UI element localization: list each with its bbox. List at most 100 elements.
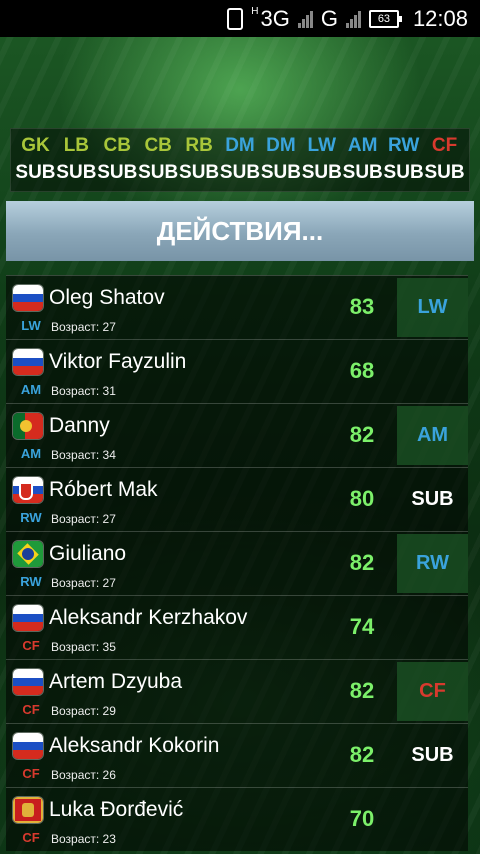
player-position: AM [20, 446, 42, 461]
network-type-primary: H3G [251, 5, 290, 31]
player-age: Возраст: 27 [51, 320, 116, 334]
player-rating: 74 [349, 614, 375, 639]
player-position: RW [20, 510, 42, 525]
position-slot-rw[interactable]: RW SUB [383, 133, 424, 187]
montenegro-flag-icon [13, 797, 43, 823]
player-row[interactable]: Artem Dzyuba CF Возраст: 29 82 CF [6, 659, 468, 723]
position-assignment: SUB [383, 162, 424, 183]
position-code: CB [144, 135, 172, 156]
player-rating: 83 [349, 294, 375, 319]
player-lineup-slot[interactable]: SUB [397, 726, 468, 785]
player-age: Возраст: 27 [51, 576, 116, 590]
player-row[interactable]: Aleksandr Kerzhakov CF Возраст: 35 74 [6, 595, 468, 659]
position-code: LW [307, 135, 337, 156]
player-lineup-slot[interactable] [397, 342, 468, 401]
position-code: GK [21, 135, 50, 156]
player-lineup-slot[interactable] [397, 598, 468, 657]
signal-strength-icon [297, 10, 313, 28]
player-lineup-slot[interactable]: RW [397, 534, 468, 593]
player-name: Danny [49, 414, 110, 437]
player-age: Возраст: 26 [51, 768, 116, 782]
player-rating: 80 [349, 486, 375, 511]
player-row[interactable]: Luka Đorđević CF Возраст: 23 70 [6, 787, 468, 851]
player-name: Aleksandr Kokorin [49, 734, 220, 757]
player-row[interactable]: Aleksandr Kokorin CF Возраст: 26 82 SUB [6, 723, 468, 787]
player-rating: 82 [349, 550, 375, 575]
battery-icon: 63 [368, 9, 402, 28]
player-rating: 68 [349, 358, 375, 383]
player-lineup-slot[interactable]: LW [397, 278, 468, 337]
player-age: Возраст: 29 [51, 704, 116, 718]
position-code: DM [266, 135, 296, 156]
position-assignment: SUB [424, 162, 465, 183]
position-assignment: SUB [219, 162, 261, 183]
player-name: Viktor Fayzulin [49, 350, 187, 373]
position-slot-cb[interactable]: CB SUB [97, 133, 138, 187]
position-assignment: SUB [97, 162, 138, 183]
russia-flag-icon [13, 733, 43, 759]
player-position: CF [22, 702, 40, 717]
russia-flag-icon [13, 349, 43, 375]
player-rating: 70 [349, 806, 375, 831]
player-name: Aleksandr Kerzhakov [49, 606, 248, 629]
player-age: Возраст: 27 [51, 512, 116, 526]
position-assignment: SUB [138, 162, 179, 183]
status-bar: H3G G 63 12:08 [0, 0, 480, 37]
position-assignment: SUB [260, 162, 301, 183]
player-position: CF [22, 830, 40, 845]
player-position: CF [22, 638, 40, 653]
russia-flag-icon [13, 285, 43, 311]
position-code: RW [387, 135, 420, 156]
player-lineup-slot[interactable]: CF [397, 662, 468, 721]
position-slot-dm[interactable]: DM SUB [260, 133, 301, 187]
position-assignment: SUB [301, 162, 342, 183]
player-name: Róbert Mak [49, 478, 158, 501]
player-row[interactable]: Oleg Shatov LW Возраст: 27 83 LW [6, 275, 468, 339]
player-position: RW [20, 574, 42, 589]
position-code: DM [225, 135, 255, 156]
signal-strength-icon-2 [345, 10, 361, 28]
position-code: CF [431, 135, 458, 156]
position-code: CB [103, 135, 131, 156]
brazil-flag-icon [13, 541, 43, 567]
player-lineup-slot[interactable]: SUB [397, 470, 468, 529]
position-slot-cb[interactable]: CB SUB [138, 133, 179, 187]
position-assignment: SUB [342, 162, 383, 183]
player-name: Oleg Shatov [49, 286, 165, 309]
position-assignment: SUB [15, 162, 56, 183]
position-code: LB [63, 135, 90, 156]
position-code: AM [347, 135, 378, 156]
phone-vibrate-icon [227, 7, 244, 30]
formation-positions: GK SUB LB SUB CB SUB CB SUB RB SUB DM SUB DM SUB LW SUB… [10, 128, 470, 192]
player-lineup-slot[interactable]: AM [397, 406, 468, 465]
russia-flag-icon [13, 605, 43, 631]
player-row[interactable]: Giuliano RW Возраст: 27 82 RW [6, 531, 468, 595]
player-list: Oleg Shatov LW Возраст: 27 83 LW Viktor Fayzu… [6, 275, 468, 851]
position-assignment: SUB [56, 162, 97, 183]
player-rating: 82 [349, 678, 375, 703]
position-slot-gk[interactable]: GK SUB [15, 133, 56, 187]
actions-button[interactable]: ДЕЙСТВИЯ... [6, 201, 474, 261]
player-age: Возраст: 31 [51, 384, 116, 398]
player-lineup-slot[interactable] [397, 790, 468, 849]
position-slot-rb[interactable]: RB SUB [179, 133, 220, 187]
position-slot-cf[interactable]: CF SUB [424, 133, 465, 187]
player-age: Возраст: 23 [51, 832, 116, 846]
player-row[interactable]: Danny AM Возраст: 34 82 AM [6, 403, 468, 467]
player-name: Giuliano [49, 542, 127, 565]
clock: 12:08 [412, 5, 468, 31]
player-row[interactable]: Róbert Mak RW Возраст: 27 80 SUB [6, 467, 468, 531]
player-age: Возраст: 35 [51, 640, 116, 654]
player-position: AM [20, 382, 42, 397]
player-row[interactable]: Viktor Fayzulin AM Возраст: 31 68 [6, 339, 468, 403]
player-name: Artem Dzyuba [49, 670, 183, 693]
position-assignment: SUB [179, 162, 220, 183]
russia-flag-icon [13, 669, 43, 695]
position-slot-am[interactable]: AM SUB [342, 133, 383, 187]
position-slot-lw[interactable]: LW SUB [301, 133, 342, 187]
network-type-secondary: G [320, 5, 338, 31]
slovakia-flag-icon [13, 477, 43, 503]
position-slot-dm[interactable]: DM SUB [220, 133, 261, 187]
player-rating: 82 [349, 742, 375, 767]
position-slot-lb[interactable]: LB SUB [56, 133, 97, 187]
